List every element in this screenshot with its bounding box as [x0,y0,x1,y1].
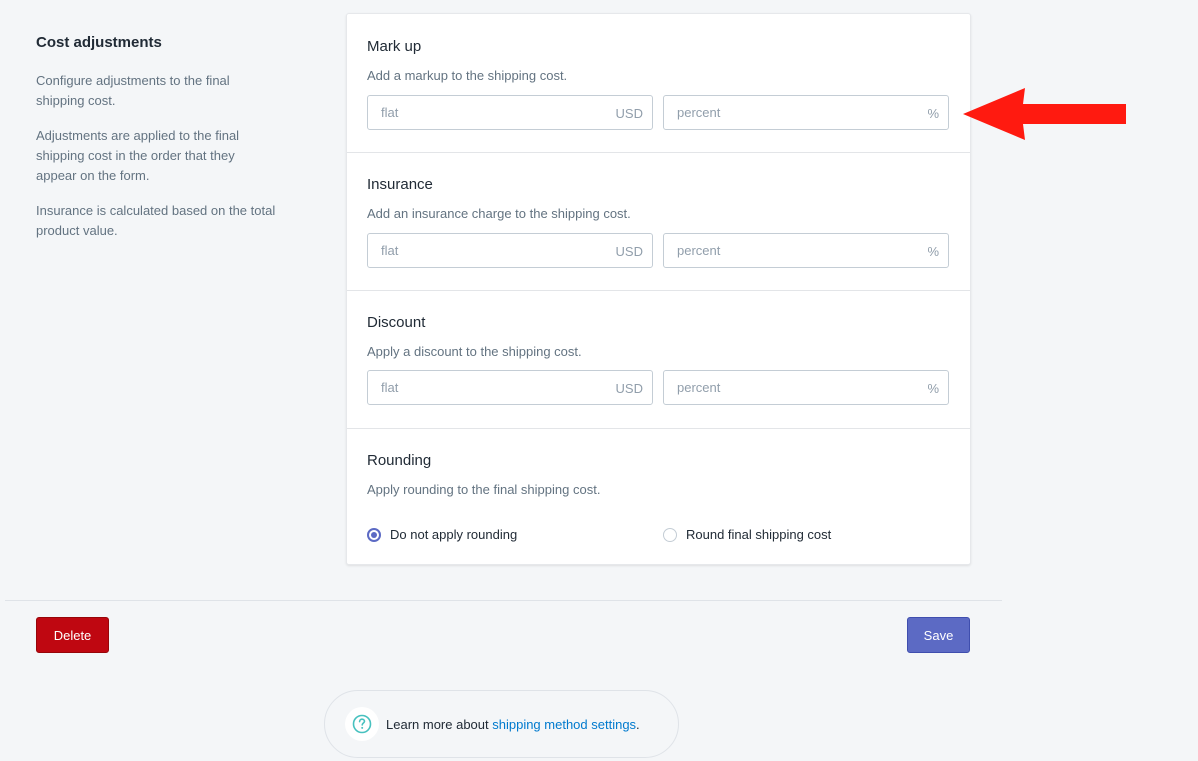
markup-section: Mark up Add a markup to the shipping cos… [347,14,970,153]
intro-paragraph: Adjustments are applied to the final shi… [36,128,240,183]
rounding-option-round[interactable]: Round final shipping cost [663,527,831,542]
markup-flat-input[interactable] [368,96,652,129]
markup-percent-input[interactable] [664,96,948,129]
radio-label[interactable]: Do not apply rounding [390,527,517,542]
currency-suffix: USD [615,381,643,396]
intro-paragraph: Configure adjustments to the final shipp… [36,73,230,108]
rounding-option-none[interactable]: Do not apply rounding [367,527,517,542]
help-icon-circle [345,707,379,741]
insurance-title: Insurance [367,176,433,193]
rounding-title: Rounding [367,452,432,469]
percent-suffix: % [927,244,939,259]
currency-suffix: USD [615,106,643,121]
markup-flat-field[interactable]: USD [367,95,653,130]
section-title: Cost adjustments [36,34,162,51]
insurance-percent-field[interactable]: % [663,233,949,268]
help-text: Learn more about shipping method setting… [386,716,640,734]
cost-adjustments-card: Mark up Add a markup to the shipping cos… [346,13,971,565]
discount-description: Apply a discount to the shipping cost. [367,344,582,359]
discount-section: Discount Apply a discount to the shippin… [347,290,970,429]
insurance-description: Add an insurance charge to the shipping … [367,206,631,221]
insurance-percent-input[interactable] [664,234,948,267]
radio-unselected-icon[interactable] [663,527,677,542]
markup-title: Mark up [367,38,422,55]
rounding-description: Apply rounding to the final shipping cos… [367,482,601,497]
percent-suffix: % [927,106,939,121]
insurance-section: Insurance Add an insurance charge to the… [347,152,970,291]
markup-description: Add a markup to the shipping cost. [367,68,568,83]
insurance-flat-input[interactable] [368,234,652,267]
question-circle-icon [352,714,372,734]
footer-divider [5,600,1002,601]
shipping-method-settings-link[interactable]: shipping method settings [492,717,636,732]
help-prefix: Learn more about [386,717,493,732]
discount-title: Discount [367,314,426,331]
help-footer: Learn more about shipping method setting… [324,690,679,758]
arrow-left-icon [963,88,1126,140]
discount-percent-input[interactable] [664,371,948,404]
markup-percent-field[interactable]: % [663,95,949,130]
radio-selected-icon[interactable] [367,527,381,542]
cost-adjustments-intro: Cost adjustments Configure adjustments t… [36,33,276,256]
insurance-flat-field[interactable]: USD [367,233,653,268]
intro-paragraph: Insurance is calculated based on the tot… [36,203,276,238]
discount-flat-field[interactable]: USD [367,370,653,405]
save-button[interactable]: Save [907,617,970,653]
percent-suffix: % [927,381,939,396]
rounding-section: Rounding Apply rounding to the final shi… [347,428,970,564]
help-suffix: . [636,717,640,732]
radio-label[interactable]: Round final shipping cost [686,527,831,542]
delete-button[interactable]: Delete [36,617,109,653]
discount-percent-field[interactable]: % [663,370,949,405]
currency-suffix: USD [615,244,643,259]
discount-flat-input[interactable] [368,371,652,404]
